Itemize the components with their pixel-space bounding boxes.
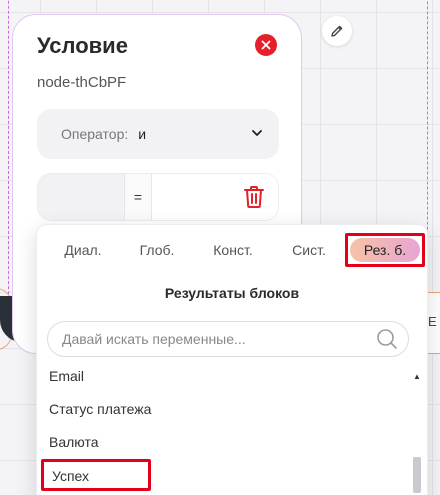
tab-constants[interactable]: Конст.	[209, 239, 257, 261]
panel-heading: Результаты блоков	[164, 285, 300, 301]
chevron-down-icon	[252, 130, 262, 136]
search-input[interactable]	[62, 331, 362, 347]
tab-block-results[interactable]: Рез. б.	[345, 233, 425, 267]
operator-select[interactable]: Оператор: и	[37, 109, 279, 159]
operator-value: и	[138, 126, 147, 142]
scrollbar[interactable]: ▲	[411, 365, 423, 495]
condition-operator-sign[interactable]: =	[124, 174, 152, 220]
tab-global[interactable]: Глоб.	[135, 239, 179, 261]
condition-left-field[interactable]	[38, 174, 124, 220]
search-box	[47, 321, 409, 357]
node-title: Условие	[37, 33, 128, 58]
node-id: node-thCbPF	[37, 74, 127, 91]
tab-dialog[interactable]: Диал.	[61, 239, 105, 261]
variables-dropdown: Диал. Глоб. Конст. Сист. Рез. б. Результ…	[36, 224, 428, 495]
close-button[interactable]	[255, 34, 277, 56]
operator-label: Оператор:	[61, 126, 129, 142]
scrollbar-thumb[interactable]	[413, 457, 421, 493]
list-item-payment-status[interactable]: Статус платежа	[49, 398, 151, 420]
tab-system[interactable]: Сист.	[287, 239, 331, 261]
close-icon	[261, 40, 271, 50]
delete-condition-button[interactable]	[243, 185, 265, 214]
list-item-email[interactable]: Email	[49, 365, 84, 387]
variable-tabs: Диал. Глоб. Конст. Сист. Рез. б.	[37, 225, 427, 275]
canvas-right-glyph: E	[428, 314, 437, 329]
edit-button[interactable]	[322, 16, 352, 46]
list-item-currency[interactable]: Валюта	[49, 431, 99, 453]
tab-block-results-label: Рез. б.	[350, 238, 420, 262]
trash-icon	[244, 186, 264, 208]
list-item-payment-success[interactable]: Успех оплаты	[41, 459, 151, 491]
pencil-icon	[331, 25, 343, 37]
search-icon	[377, 329, 397, 349]
scroll-up-arrow-icon[interactable]: ▲	[413, 373, 421, 381]
